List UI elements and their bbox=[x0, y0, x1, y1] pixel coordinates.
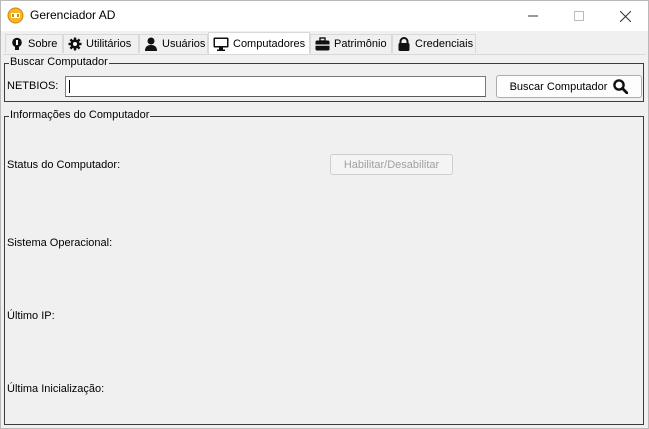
netbios-label: NETBIOS: bbox=[7, 80, 59, 92]
tab-computadores[interactable]: Computadores bbox=[208, 32, 310, 54]
lightbulb-icon bbox=[10, 37, 24, 51]
netbios-input[interactable] bbox=[65, 76, 486, 97]
user-icon bbox=[144, 37, 158, 51]
search-group-title: Buscar Computador bbox=[9, 56, 109, 68]
tab-label: Patrimônio bbox=[334, 38, 387, 50]
tab-usuarios[interactable]: Usuários bbox=[139, 34, 208, 53]
tab-label: Credenciais bbox=[415, 38, 474, 50]
maximize-button[interactable] bbox=[556, 1, 602, 31]
tab-label: Usuários bbox=[162, 38, 206, 50]
computer-info-group: Informações do Computador Status do Comp… bbox=[4, 109, 644, 425]
window-title: Gerenciador AD bbox=[30, 8, 116, 22]
app-logo-icon bbox=[7, 7, 24, 24]
last-boot-label: Última Inicialização: bbox=[7, 383, 105, 395]
last-ip-label: Último IP: bbox=[7, 310, 55, 322]
title-bar[interactable]: Gerenciador AD bbox=[1, 1, 648, 31]
text-caret bbox=[69, 80, 70, 93]
tab-panel-computadores: Buscar Computador NETBIOS: Buscar Comput… bbox=[3, 54, 646, 427]
search-icon bbox=[613, 79, 629, 94]
briefcase-icon bbox=[315, 37, 330, 51]
tab-label: Utilitários bbox=[86, 38, 132, 50]
tab-label: Computadores bbox=[233, 37, 306, 50]
tab-bar: Sobre Utilitários Usuários Computadores … bbox=[3, 32, 647, 54]
search-button-label: Buscar Computador bbox=[509, 80, 608, 93]
minimize-button[interactable] bbox=[510, 1, 556, 31]
operating-system-label: Sistema Operacional: bbox=[7, 237, 113, 249]
gear-icon bbox=[68, 37, 82, 51]
search-computer-button[interactable]: Buscar Computador bbox=[496, 75, 642, 98]
close-icon bbox=[619, 10, 631, 22]
tab-utilitarios[interactable]: Utilitários bbox=[63, 34, 139, 53]
close-button[interactable] bbox=[602, 1, 648, 31]
search-computer-group: Buscar Computador NETBIOS: Buscar Comput… bbox=[4, 56, 644, 102]
tab-credenciais[interactable]: Credenciais bbox=[392, 34, 476, 53]
info-group-title: Informações do Computador bbox=[9, 109, 151, 121]
enable-disable-button-label: Habilitar/Desabilitar bbox=[343, 158, 440, 171]
maximize-icon bbox=[574, 11, 584, 21]
lock-icon bbox=[397, 37, 411, 51]
enable-disable-button[interactable]: Habilitar/Desabilitar bbox=[330, 154, 453, 175]
app-window: Gerenciador AD Sobre Utilitários Usuário… bbox=[0, 0, 649, 429]
computer-status-label: Status do Computador: bbox=[7, 159, 121, 171]
tab-sobre[interactable]: Sobre bbox=[5, 34, 63, 53]
tab-label: Sobre bbox=[28, 38, 58, 50]
tab-patrimonio[interactable]: Patrimônio bbox=[310, 34, 392, 53]
minimize-icon bbox=[528, 15, 538, 17]
monitor-icon bbox=[213, 37, 229, 51]
